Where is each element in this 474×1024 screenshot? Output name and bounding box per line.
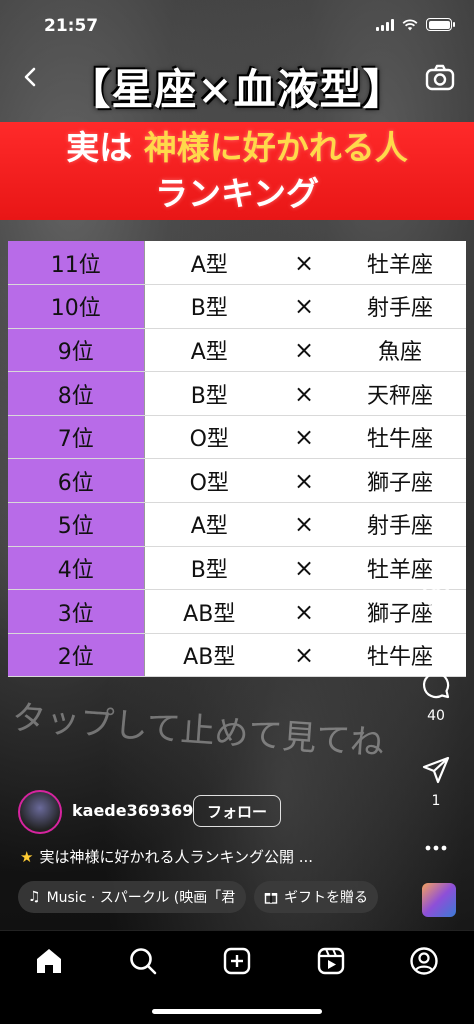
gift-chip[interactable]: ギフトを贈る bbox=[254, 881, 378, 913]
status-icons bbox=[376, 18, 455, 31]
times-cell: × bbox=[274, 284, 334, 329]
banner-highlight: 神様に好かれる人 bbox=[143, 128, 408, 167]
more-button[interactable] bbox=[414, 838, 458, 858]
table-row: 2位 AB型 × 牡牛座 bbox=[8, 633, 466, 678]
banner-prefix: 実は bbox=[66, 128, 133, 167]
signal-icon bbox=[376, 18, 394, 31]
banner-title-line1: 実は 神様に好かれる人 bbox=[0, 122, 474, 172]
table-row: 11位 A型 × 牡羊座 bbox=[8, 241, 466, 286]
blood-type-cell: B型 bbox=[144, 371, 274, 416]
table-row: 7位 O型 × 牡牛座 bbox=[8, 415, 466, 460]
gift-icon bbox=[264, 893, 278, 904]
gift-label: ギフトを贈る bbox=[284, 890, 368, 906]
home-icon[interactable] bbox=[33, 945, 65, 977]
blood-type-cell: B型 bbox=[144, 284, 274, 329]
zodiac-sign-cell: 天秤座 bbox=[334, 371, 466, 416]
zodiac-sign-cell: 獅子座 bbox=[334, 458, 466, 504]
music-icon: ♫ bbox=[28, 889, 41, 905]
follow-button[interactable]: フォロー bbox=[193, 795, 281, 827]
post-headline: 【星座×血液型】 bbox=[68, 65, 406, 114]
table-row: 9位 A型 × 魚座 bbox=[8, 328, 466, 373]
rank-cell: 4位 bbox=[8, 546, 145, 591]
battery-icon bbox=[426, 18, 455, 31]
rank-cell: 5位 bbox=[8, 502, 145, 547]
times-cell: × bbox=[274, 633, 334, 678]
rank-cell: 7位 bbox=[8, 415, 145, 460]
times-cell: × bbox=[274, 328, 334, 373]
wifi-icon bbox=[402, 18, 418, 30]
avatar[interactable] bbox=[18, 790, 62, 834]
table-row: 8位 B型 × 天秤座 bbox=[8, 371, 466, 416]
share-icon bbox=[422, 756, 450, 784]
music-chip[interactable]: ♫ Music · スパークル (映画「君 bbox=[18, 881, 246, 913]
blood-type-cell: A型 bbox=[144, 328, 274, 373]
comment-count: 40 bbox=[427, 708, 445, 724]
create-icon[interactable] bbox=[221, 945, 253, 977]
blood-type-cell: AB型 bbox=[144, 589, 274, 634]
banner-title-line2: ランキング bbox=[154, 174, 319, 213]
table-row: 3位 AB型 × 獅子座 bbox=[8, 589, 466, 634]
zodiac-sign-cell: 牡羊座 bbox=[334, 241, 466, 286]
share-count: 1 bbox=[431, 793, 441, 809]
rank-cell: 8位 bbox=[8, 371, 145, 416]
audio-thumbnail[interactable] bbox=[422, 883, 456, 917]
ranking-body: 11位 A型 × 牡羊座 10位 B型 × 射手座 9位 A型 × 魚座 8位 B型 × 天秤座 7位 O型 × 牡牛… bbox=[8, 241, 466, 678]
times-cell: × bbox=[274, 458, 334, 504]
times-cell: × bbox=[274, 415, 334, 460]
comment-icon bbox=[422, 671, 450, 699]
reels-icon[interactable] bbox=[315, 945, 347, 977]
rank-cell: 3位 bbox=[8, 589, 145, 634]
like-button[interactable] bbox=[414, 585, 458, 613]
share-button[interactable]: 1 bbox=[414, 755, 458, 809]
music-label: Music · スパークル (映画「君 bbox=[46, 890, 236, 906]
more-icon bbox=[425, 845, 447, 851]
comment-button[interactable]: 40 bbox=[414, 670, 458, 724]
heart-icon bbox=[421, 586, 451, 612]
blood-type-cell: O型 bbox=[144, 458, 274, 504]
blood-type-cell: A型 bbox=[144, 502, 274, 547]
star-icon: ★ bbox=[20, 848, 34, 866]
rank-cell: 10位 bbox=[8, 284, 145, 329]
blood-type-cell: A型 bbox=[144, 241, 274, 286]
table-row: 6位 O型 × 獅子座 bbox=[8, 458, 466, 504]
blood-type-cell: O型 bbox=[144, 415, 274, 460]
blood-type-cell: AB型 bbox=[144, 633, 274, 678]
status-time: 21:57 bbox=[44, 16, 99, 36]
rank-cell: 9位 bbox=[8, 328, 145, 373]
zodiac-sign-cell: 魚座 bbox=[334, 328, 466, 373]
home-indicator bbox=[152, 1009, 322, 1014]
times-cell: × bbox=[274, 241, 334, 286]
search-icon[interactable] bbox=[127, 945, 159, 977]
blood-type-cell: B型 bbox=[144, 546, 274, 591]
status-bar: 21:57 bbox=[0, 0, 474, 54]
ranking-table: 11位 A型 × 牡羊座 10位 B型 × 射手座 9位 A型 × 魚座 8位 B型 × 天秤座 7位 O型 × 牡牛… bbox=[8, 241, 466, 678]
rank-cell: 2位 bbox=[8, 633, 145, 678]
post-caption[interactable]: ★ 実は神様に好かれる人ランキング公開 ... bbox=[20, 846, 313, 867]
times-cell: × bbox=[274, 502, 334, 547]
times-cell: × bbox=[274, 546, 334, 591]
times-cell: × bbox=[274, 589, 334, 634]
zodiac-sign-cell: 射手座 bbox=[334, 502, 466, 547]
rank-cell: 11位 bbox=[8, 241, 145, 286]
zodiac-sign-cell: 射手座 bbox=[334, 284, 466, 329]
title-banner: 実は 神様に好かれる人 ランキング bbox=[0, 122, 474, 220]
zodiac-sign-cell: 牡牛座 bbox=[334, 415, 466, 460]
table-row: 10位 B型 × 射手座 bbox=[8, 284, 466, 329]
caption-text: 実は神様に好かれる人ランキング公開 ... bbox=[39, 848, 314, 866]
table-row: 5位 A型 × 射手座 bbox=[8, 502, 466, 547]
table-row: 4位 B型 × 牡羊座 bbox=[8, 546, 466, 591]
profile-icon[interactable] bbox=[408, 945, 440, 977]
times-cell: × bbox=[274, 371, 334, 416]
author-username[interactable]: kaede369369 bbox=[72, 801, 193, 820]
rank-cell: 6位 bbox=[8, 458, 145, 504]
zodiac-sign-cell: 牡羊座 bbox=[334, 546, 466, 591]
